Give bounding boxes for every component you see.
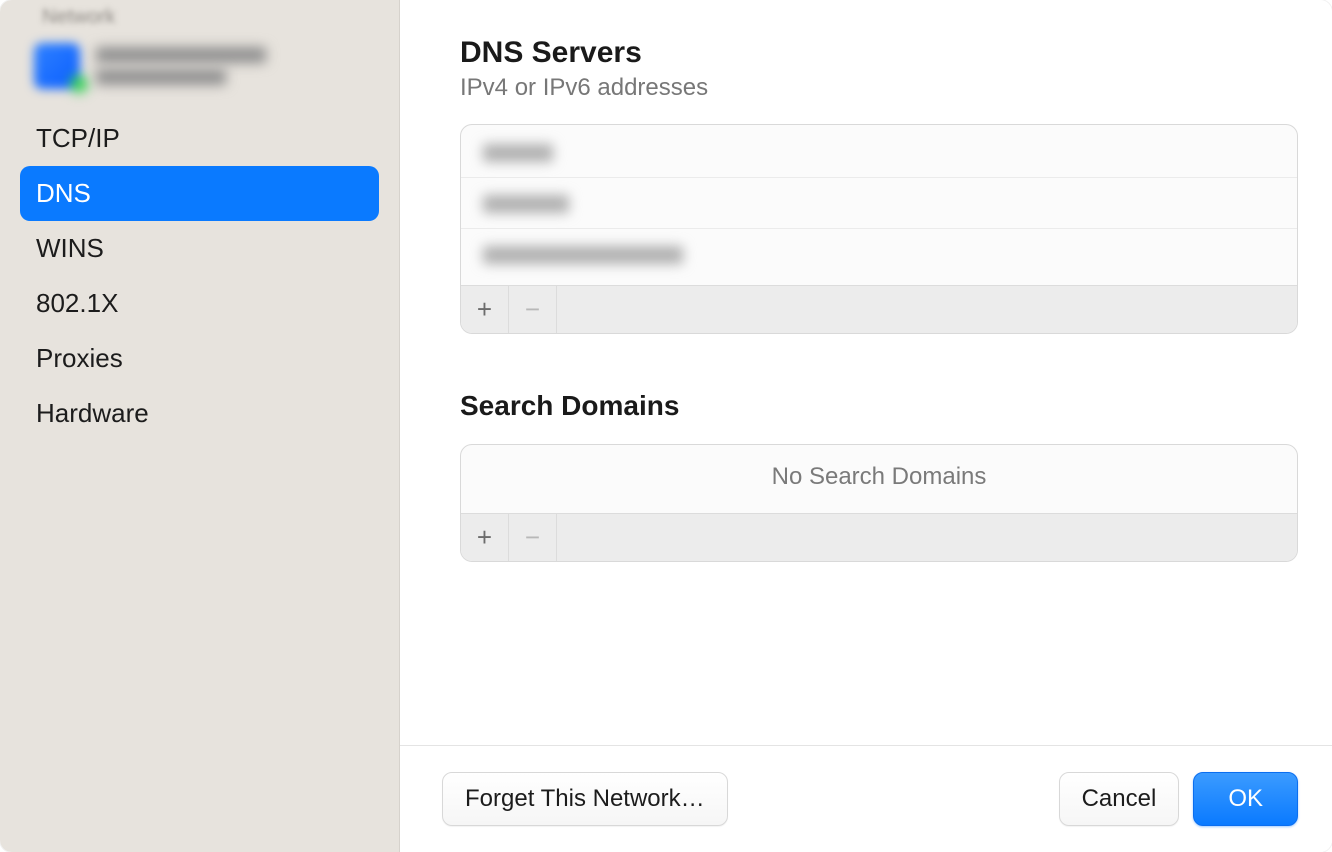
sidebar-item-proxies[interactable]: Proxies [20,331,379,386]
search-domains-title: Search Domains [460,390,1298,422]
remove-dns-server-button[interactable]: − [509,286,557,334]
remove-search-domain-button[interactable]: − [509,514,557,562]
forget-network-button[interactable]: Forget This Network… [442,772,728,826]
dns-server-value-redacted [483,144,553,162]
minus-icon: − [525,522,540,553]
dns-servers-subtitle: IPv4 or IPv6 addresses [460,74,1298,102]
sidebar-item-label: 802.1X [36,288,118,318]
dns-server-value-redacted [483,195,569,213]
sidebar-item-label: DNS [36,178,91,208]
network-name [96,47,266,85]
sidebar: Network TCP/IP DNS WINS 802.1X Proxies Hardwa… [0,0,400,852]
breadcrumb[interactable]: Network [12,6,389,29]
main-panel: DNS Servers IPv4 or IPv6 addresses + − S… [400,0,1332,852]
dns-server-value-redacted [483,246,683,264]
dns-server-row[interactable] [461,229,1297,279]
sidebar-item-wins[interactable]: WINS [20,221,379,276]
add-dns-server-button[interactable]: + [461,286,509,334]
plus-icon: + [477,294,492,325]
sidebar-item-dns[interactable]: DNS [20,166,379,221]
sidebar-item-tcp-ip[interactable]: TCP/IP [20,111,379,166]
sidebar-item-label: Hardware [36,398,149,428]
bottom-bar: Forget This Network… Cancel OK [400,745,1332,852]
plus-icon: + [477,522,492,553]
search-domains-empty: No Search Domains [461,447,1297,507]
ok-button[interactable]: OK [1193,772,1298,826]
cancel-button[interactable]: Cancel [1059,772,1180,826]
sidebar-item-802-1x[interactable]: 802.1X [20,276,379,331]
dns-servers-rows[interactable] [461,125,1297,285]
search-domains-footer: + − [461,513,1297,561]
search-domains-list: No Search Domains + − [460,444,1298,562]
add-search-domain-button[interactable]: + [461,514,509,562]
network-header [12,37,389,103]
search-domains-rows[interactable]: No Search Domains [461,445,1297,513]
dns-server-row[interactable] [461,178,1297,229]
dns-servers-title: DNS Servers [460,36,1298,70]
wifi-icon [34,43,80,89]
dns-servers-footer: + − [461,285,1297,333]
minus-icon: − [525,294,540,325]
dns-servers-list: + − [460,124,1298,334]
sidebar-items: TCP/IP DNS WINS 802.1X Proxies Hardware [0,105,399,441]
dns-server-row[interactable] [461,127,1297,178]
sidebar-item-label: WINS [36,233,104,263]
sidebar-item-label: TCP/IP [36,123,120,153]
sidebar-item-label: Proxies [36,343,123,373]
sidebar-item-hardware[interactable]: Hardware [20,386,379,441]
